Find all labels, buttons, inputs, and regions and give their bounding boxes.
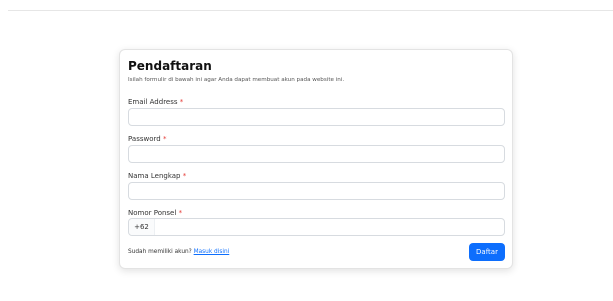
email-label-text: Email Address [128, 98, 178, 106]
email-required-mark: * [179, 98, 184, 106]
header-divider [8, 10, 613, 11]
phone-label-text: Nomor Ponsel [128, 209, 177, 217]
email-label: Email Address * [128, 98, 183, 106]
form-subtitle: Isilah formulir di bawah ini agar Anda d… [128, 77, 345, 83]
email-field[interactable] [128, 108, 505, 126]
phone-input-group: +62 [128, 218, 505, 236]
login-prompt: Sudah memiliki akun? Masuk disini [128, 249, 229, 255]
password-required-mark: * [162, 135, 167, 143]
register-button[interactable]: Daftar [469, 243, 505, 261]
fullname-field[interactable] [128, 182, 505, 200]
password-label-text: Password [128, 135, 161, 143]
login-link[interactable]: Masuk disini [194, 249, 230, 255]
phone-field[interactable] [155, 219, 504, 235]
phone-country-prefix: +62 [129, 219, 155, 235]
login-prompt-text: Sudah memiliki akun? [128, 249, 192, 255]
form-title: Pendaftaran [128, 59, 212, 73]
registration-card: Pendaftaran Isilah formulir di bawah ini… [119, 49, 513, 269]
password-field[interactable] [128, 145, 505, 163]
fullname-required-mark: * [182, 172, 187, 180]
fullname-label: Nama Lengkap * [128, 172, 186, 180]
phone-label: Nomor Ponsel * [128, 209, 182, 217]
fullname-label-text: Nama Lengkap [128, 172, 181, 180]
password-label: Password * [128, 135, 166, 143]
phone-required-mark: * [178, 209, 183, 217]
